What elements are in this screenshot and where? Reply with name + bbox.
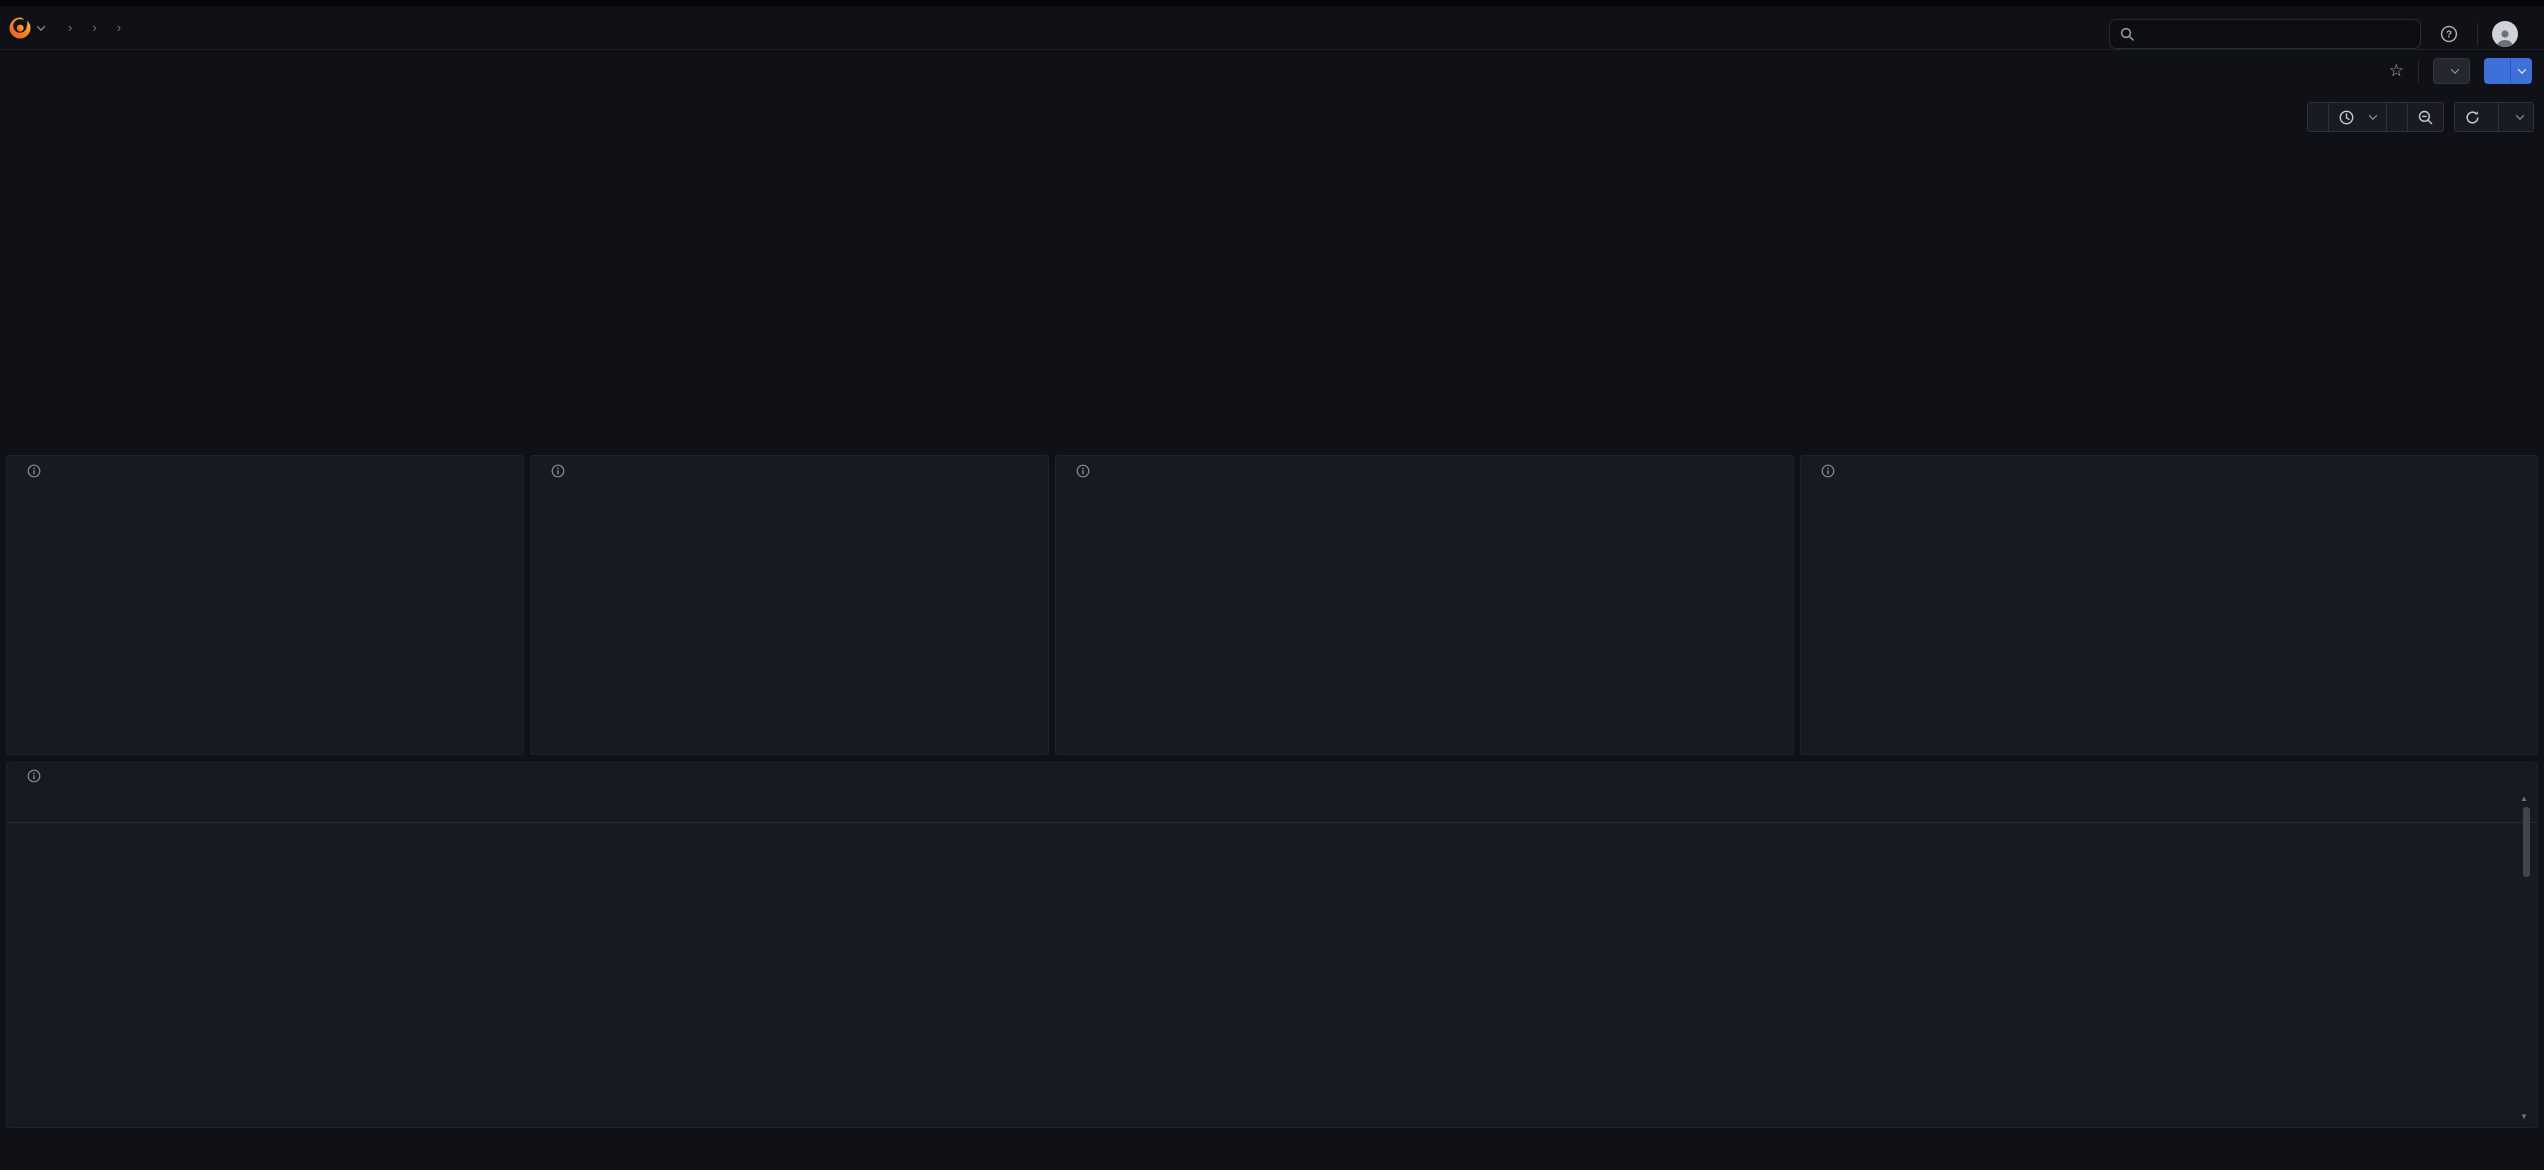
breadcrumb-separator: › [117, 20, 121, 35]
refresh-interval-select[interactable] [2499, 103, 2533, 131]
time-shift-back-button[interactable] [2308, 103, 2329, 131]
grafana-logo-icon[interactable] [8, 16, 32, 40]
breadcrumb-separator: › [92, 20, 96, 35]
grafana-dashboard: › › › ? ☆ [0, 0, 2544, 1170]
panel-cache-hit-ratio [6, 455, 524, 755]
user-avatar[interactable] [2492, 21, 2518, 47]
panel-requests-by-cache-status [1055, 455, 1794, 755]
share-menu-chevron-icon[interactable] [2510, 58, 2532, 84]
refresh-icon [2465, 110, 2480, 125]
search-icon [2120, 27, 2134, 41]
svg-text:?: ? [2446, 30, 2452, 41]
panel-cache-performance-table: ▲ ▼ [6, 762, 2538, 1128]
time-range-picker[interactable] [2329, 103, 2387, 131]
search-input[interactable] [2142, 27, 2402, 42]
template-variables-row [4, 95, 2104, 139]
table-scrollbar-up-icon[interactable]: ▲ [2520, 795, 2528, 803]
clock-icon [2339, 110, 2354, 125]
gauge-chart [7, 486, 525, 754]
pie-chart [593, 513, 811, 731]
refresh-button[interactable] [2455, 103, 2499, 131]
search-bar[interactable] [2109, 19, 2421, 49]
divider [2477, 23, 2478, 45]
info-icon[interactable] [27, 769, 41, 783]
time-controls [2307, 102, 2534, 132]
info-icon[interactable] [551, 464, 565, 478]
breadcrumb: › › › [58, 20, 131, 35]
time-series-chart [1056, 490, 1795, 656]
info-icon[interactable] [1821, 464, 1835, 478]
share-button[interactable] [2484, 58, 2510, 84]
info-icon[interactable] [1076, 464, 1090, 478]
zoom-out-time-button[interactable] [2408, 103, 2443, 131]
share-button-group [2484, 58, 2532, 84]
zoom-out-icon [2418, 110, 2433, 125]
time-shift-forward-button[interactable] [2387, 103, 2408, 131]
breadcrumb-separator: › [68, 20, 72, 35]
favorite-star-icon[interactable]: ☆ [2389, 61, 2404, 81]
table-header [7, 791, 2537, 823]
panel-cache-hit-ratio-by-host [1800, 455, 2538, 755]
table-scrollbar-down-icon[interactable]: ▼ [2520, 1113, 2528, 1121]
export-button[interactable] [2433, 58, 2470, 84]
info-icon[interactable] [27, 464, 41, 478]
help-icon[interactable]: ? [2435, 20, 2463, 48]
top-navigation-bar: › › › ? [0, 6, 2544, 50]
divider [2418, 60, 2419, 82]
dashboard-toolbar: ☆ [0, 50, 2544, 94]
table-scrollbar[interactable] [2523, 807, 2530, 877]
panel-cache-status-distribution [530, 455, 1049, 755]
logo-menu-chevron-icon[interactable] [37, 22, 45, 30]
